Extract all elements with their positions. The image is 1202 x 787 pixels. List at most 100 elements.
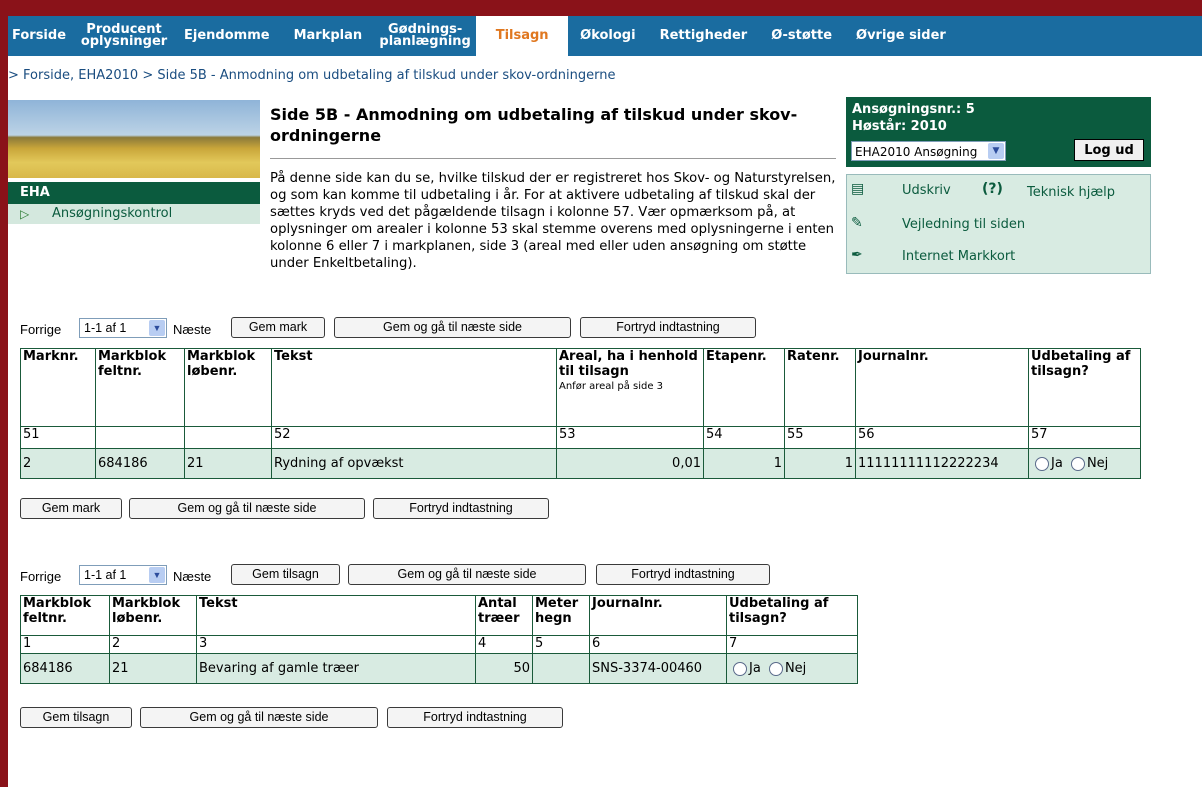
cell-block-field: 684186 xyxy=(95,448,185,479)
area-note: Anfør areal på side 3 xyxy=(559,381,664,392)
cell-payout: Ja Nej xyxy=(726,653,858,684)
save-grant-button-bottom[interactable]: Gem tilsagn xyxy=(20,707,132,728)
cell-fence-meters xyxy=(532,653,590,684)
table-row: 2 684186 21 Rydning af opvækst 0,01 1 1 … xyxy=(20,448,1141,479)
application-info-box: Ansøgningsnr.: 5 Høstår: 2010 EHA2010 An… xyxy=(846,97,1151,167)
save-next-button-2-bottom[interactable]: Gem og gå til næste side xyxy=(140,707,378,728)
page-title: Side 5B - Anmodning om udbetaling af til… xyxy=(270,105,798,145)
nav-goedningsplanlaegning[interactable]: Gødnings-planlægning xyxy=(374,16,476,56)
logout-button[interactable]: Log ud xyxy=(1074,139,1144,161)
col-header: Marknr. xyxy=(20,348,96,427)
col-number: 5 xyxy=(532,635,590,654)
next-page-link-1[interactable]: Næste xyxy=(173,322,211,337)
prev-page-link-1[interactable]: Forrige xyxy=(20,322,61,337)
nav-oevrige-sider[interactable]: Øvrige sider xyxy=(844,16,958,56)
harvest-year: Høstår: 2010 xyxy=(852,119,947,134)
printer-icon: ▤ xyxy=(851,181,865,197)
tech-help-link[interactable]: Teknisk hjælp xyxy=(1027,185,1115,200)
table-row: 684186 21 Bevaring af gamle træer 50 SNS… xyxy=(20,653,858,684)
cell-block-field: 684186 xyxy=(20,653,110,684)
page-range-value: 1-1 af 1 xyxy=(84,568,127,582)
next-page-link-2[interactable]: Næste xyxy=(173,569,211,584)
grants-table: Markblok feltnr. Markblok løbenr. Tekst … xyxy=(20,595,858,684)
save-grant-button[interactable]: Gem tilsagn xyxy=(231,564,340,585)
cell-journal: SNS-3374-00460 xyxy=(589,653,727,684)
col-header: Ratenr. xyxy=(784,348,856,427)
save-field-button[interactable]: Gem mark xyxy=(231,317,325,338)
col-header: Tekst xyxy=(196,595,476,636)
yes-label: Ja xyxy=(1051,456,1063,471)
save-field-button-bottom[interactable]: Gem mark xyxy=(20,498,122,519)
pen-icon: ✒ xyxy=(851,247,863,263)
cell-payout: Ja Nej xyxy=(1028,448,1141,479)
sidebar-item-ansoegningskontrol[interactable]: ▷ Ansøgningskontrol xyxy=(8,204,260,224)
guide-link[interactable]: Vejledning til siden xyxy=(902,217,1025,232)
nav-markplan[interactable]: Markplan xyxy=(282,16,375,56)
cancel-input-button-bottom[interactable]: Fortryd indtastning xyxy=(373,498,549,519)
no-label: Nej xyxy=(1086,456,1109,471)
col-header: Antal træer xyxy=(475,595,533,636)
landscape-banner-image xyxy=(8,100,260,178)
map-link[interactable]: Internet Markkort xyxy=(902,249,1015,264)
nav-tilsagn[interactable]: Tilsagn xyxy=(476,16,569,56)
page-range-select-2[interactable]: 1-1 af 1 ▼ xyxy=(79,565,167,585)
page-range-select-1[interactable]: 1-1 af 1 ▼ xyxy=(79,318,167,338)
nav-oe-stoette[interactable]: Ø-støtte xyxy=(759,16,844,56)
sidebar-heading-label: EHA xyxy=(20,185,50,200)
breadcrumb[interactable]: > Forside, EHA2010 > Side 5B - Anmodning… xyxy=(8,68,615,83)
nav-rettigheder[interactable]: Rettigheder xyxy=(648,16,760,56)
nav-ejendomme[interactable]: Ejendomme xyxy=(172,16,282,56)
cell-rate: 1 xyxy=(784,448,856,479)
col-header: Etapenr. xyxy=(703,348,785,427)
col-header-label: Areal, ha i henhold til tilsagn xyxy=(559,349,698,379)
col-header: Meter hegn xyxy=(532,595,590,636)
cancel-input-button-2[interactable]: Fortryd indtastning xyxy=(596,564,770,585)
col-number xyxy=(184,426,272,449)
col-header: Udbetaling af tilsagn? xyxy=(1028,348,1141,427)
col-number: 52 xyxy=(271,426,557,449)
col-number: 53 xyxy=(556,426,704,449)
col-header: Journalnr. xyxy=(855,348,1029,427)
col-number: 4 xyxy=(475,635,533,654)
yes-radio[interactable] xyxy=(733,661,747,676)
application-number: Ansøgningsnr.: 5 xyxy=(852,102,975,117)
cancel-input-button[interactable]: Fortryd indtastning xyxy=(580,317,756,338)
prev-page-link-2[interactable]: Forrige xyxy=(20,569,61,584)
no-radio[interactable] xyxy=(1070,456,1085,471)
save-next-button[interactable]: Gem og gå til næste side xyxy=(334,317,571,338)
col-header: Udbetaling af tilsagn? xyxy=(726,595,858,636)
no-radio[interactable] xyxy=(768,661,783,676)
yes-radio[interactable] xyxy=(1035,456,1049,471)
sidebar-heading: EHA xyxy=(8,182,260,204)
cell-journal: 11111111112222234 xyxy=(855,448,1029,479)
save-next-button-bottom[interactable]: Gem og gå til næste side xyxy=(129,498,365,519)
application-select[interactable]: EHA2010 Ansøgning ▼ xyxy=(851,141,1006,161)
main-nav: Forside Producent oplysninger Ejendomme … xyxy=(8,16,1202,56)
question-icon: (?) xyxy=(982,181,1003,197)
application-select-value: EHA2010 Ansøgning xyxy=(855,145,978,159)
nav-producent-oplysninger[interactable]: Producent oplysninger xyxy=(76,16,172,56)
cancel-input-button-2-bottom[interactable]: Fortryd indtastning xyxy=(387,707,563,728)
cell-block-seq: 21 xyxy=(109,653,197,684)
help-box: ▤ Udskriv (?) Teknisk hjælp ✎ Vejledning… xyxy=(846,174,1151,274)
chevron-down-icon: ▼ xyxy=(149,320,165,336)
col-number: 6 xyxy=(589,635,727,654)
col-header: Markblok løbenr. xyxy=(109,595,197,636)
yes-label: Ja xyxy=(749,661,761,676)
nav-forside[interactable]: Forside xyxy=(8,16,76,56)
cell-stage: 1 xyxy=(703,448,785,479)
cell-text: Rydning af opvækst xyxy=(271,448,557,479)
cell-area: 0,01 xyxy=(556,448,704,479)
col-header: Markblok løbenr. xyxy=(184,348,272,427)
col-header-area: Areal, ha i henhold til tilsagn Anfør ar… xyxy=(556,348,704,427)
print-link[interactable]: Udskriv xyxy=(902,183,951,198)
save-next-button-2[interactable]: Gem og gå til næste side xyxy=(348,564,586,585)
chevron-down-icon: ▼ xyxy=(149,567,165,583)
col-header: Journalnr. xyxy=(589,595,727,636)
sidebar-item-label: Ansøgningskontrol xyxy=(52,206,173,221)
cell-block-seq: 21 xyxy=(184,448,272,479)
cell-field-no: 2 xyxy=(20,448,96,479)
guide-icon: ✎ xyxy=(851,215,863,231)
page-range-value: 1-1 af 1 xyxy=(84,321,127,335)
nav-oekologi[interactable]: Økologi xyxy=(568,16,647,56)
